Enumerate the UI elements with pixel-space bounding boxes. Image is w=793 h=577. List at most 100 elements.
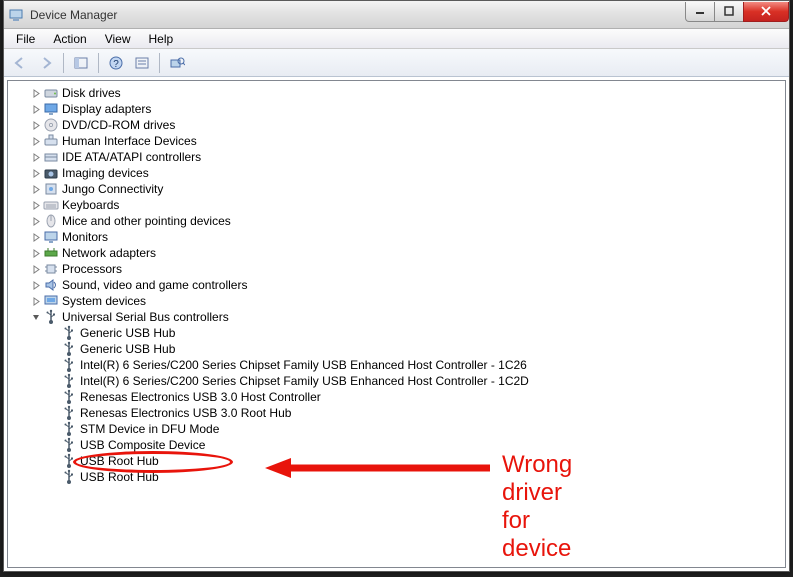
expander-closed-icon[interactable]: [30, 87, 42, 99]
tree-node-label[interactable]: STM Device in DFU Mode: [80, 421, 219, 437]
back-button[interactable]: [8, 52, 32, 74]
tree-node[interactable]: STM Device in DFU Mode: [8, 421, 785, 437]
minimize-button[interactable]: [685, 2, 715, 22]
tree-node[interactable]: Intel(R) 6 Series/C200 Series Chipset Fa…: [8, 357, 785, 373]
tree-node-label[interactable]: Display adapters: [62, 101, 151, 117]
expander-closed-icon[interactable]: [30, 167, 42, 179]
monitor-icon: [43, 229, 59, 245]
tree-node[interactable]: Keyboards: [8, 197, 785, 213]
cpu-icon: [43, 261, 59, 277]
usb-icon: [61, 469, 77, 485]
tree-node-label[interactable]: Renesas Electronics USB 3.0 Host Control…: [80, 389, 321, 405]
content-area: Disk drivesDisplay adaptersDVD/CD-ROM dr…: [7, 80, 786, 568]
ide-icon: [43, 149, 59, 165]
imaging-icon: [43, 165, 59, 181]
tree-node[interactable]: Imaging devices: [8, 165, 785, 181]
tree-node[interactable]: Generic USB Hub: [8, 325, 785, 341]
usb-icon: [43, 309, 59, 325]
tree-node-label[interactable]: Jungo Connectivity: [62, 181, 163, 197]
tree-node[interactable]: Display adapters: [8, 101, 785, 117]
tree-node-label[interactable]: USB Root Hub: [80, 453, 159, 469]
tree-node[interactable]: USB Root Hub: [8, 469, 785, 485]
tree-node-label[interactable]: Renesas Electronics USB 3.0 Root Hub: [80, 405, 291, 421]
expander-closed-icon[interactable]: [30, 199, 42, 211]
expander-closed-icon[interactable]: [30, 103, 42, 115]
tree-node-label[interactable]: Monitors: [62, 229, 108, 245]
help-button[interactable]: ?: [104, 52, 128, 74]
tree-node-label[interactable]: Keyboards: [62, 197, 119, 213]
tree-node[interactable]: Intel(R) 6 Series/C200 Series Chipset Fa…: [8, 373, 785, 389]
tree-node[interactable]: Mice and other pointing devices: [8, 213, 785, 229]
tree-node-label[interactable]: Generic USB Hub: [80, 341, 175, 357]
tree-node[interactable]: IDE ATA/ATAPI controllers: [8, 149, 785, 165]
tree-node[interactable]: Disk drives: [8, 85, 785, 101]
tree-node-label[interactable]: IDE ATA/ATAPI controllers: [62, 149, 201, 165]
close-button[interactable]: [743, 2, 789, 22]
expander-closed-icon[interactable]: [30, 295, 42, 307]
tree-node[interactable]: Universal Serial Bus controllers: [8, 309, 785, 325]
expander-closed-icon[interactable]: [30, 135, 42, 147]
tree-node[interactable]: DVD/CD-ROM drives: [8, 117, 785, 133]
expander-closed-icon[interactable]: [30, 215, 42, 227]
hid-icon: [43, 133, 59, 149]
toolbar-separator: [159, 53, 160, 73]
menubar: File Action View Help: [4, 29, 789, 49]
svg-text:?: ?: [113, 59, 119, 70]
dvd-icon: [43, 117, 59, 133]
tree-node-label[interactable]: Intel(R) 6 Series/C200 Series Chipset Fa…: [80, 373, 529, 389]
tree-node[interactable]: Renesas Electronics USB 3.0 Host Control…: [8, 389, 785, 405]
usb-icon: [61, 421, 77, 437]
tree-node[interactable]: System devices: [8, 293, 785, 309]
menu-file[interactable]: File: [8, 31, 43, 47]
menu-help[interactable]: Help: [141, 31, 182, 47]
expander-closed-icon[interactable]: [30, 119, 42, 131]
tree-node[interactable]: Sound, video and game controllers: [8, 277, 785, 293]
tree-node[interactable]: Jungo Connectivity: [8, 181, 785, 197]
tree-node-label[interactable]: USB Root Hub: [80, 469, 159, 485]
tree-node-label[interactable]: Disk drives: [62, 85, 121, 101]
usb-icon: [61, 357, 77, 373]
tree-node[interactable]: USB Root Hub: [8, 453, 785, 469]
tree-node[interactable]: Renesas Electronics USB 3.0 Root Hub: [8, 405, 785, 421]
tree-node[interactable]: Network adapters: [8, 245, 785, 261]
show-hide-console-tree-button[interactable]: [69, 52, 93, 74]
tree-node[interactable]: Monitors: [8, 229, 785, 245]
usb-icon: [61, 453, 77, 469]
tree-node-label[interactable]: Human Interface Devices: [62, 133, 197, 149]
tree-node-label[interactable]: Universal Serial Bus controllers: [62, 309, 229, 325]
toolbar-separator: [98, 53, 99, 73]
tree-node-label[interactable]: Intel(R) 6 Series/C200 Series Chipset Fa…: [80, 357, 527, 373]
tree-node-label[interactable]: Generic USB Hub: [80, 325, 175, 341]
tree-node-label[interactable]: Network adapters: [62, 245, 156, 261]
usb-icon: [61, 341, 77, 357]
maximize-button[interactable]: [714, 2, 744, 22]
menu-view[interactable]: View: [97, 31, 139, 47]
tree-node[interactable]: Generic USB Hub: [8, 341, 785, 357]
tree-node-label[interactable]: Processors: [62, 261, 122, 277]
usb-icon: [61, 373, 77, 389]
tree-node[interactable]: USB Composite Device: [8, 437, 785, 453]
expander-closed-icon[interactable]: [30, 151, 42, 163]
tree-node[interactable]: Human Interface Devices: [8, 133, 785, 149]
tree-node[interactable]: Processors: [8, 261, 785, 277]
scan-hardware-button[interactable]: [165, 52, 189, 74]
tree-node-label[interactable]: USB Composite Device: [80, 437, 205, 453]
expander-closed-icon[interactable]: [30, 247, 42, 259]
tree-node-label[interactable]: System devices: [62, 293, 146, 309]
tree-node-label[interactable]: Sound, video and game controllers: [62, 277, 247, 293]
forward-button[interactable]: [34, 52, 58, 74]
device-tree[interactable]: Disk drivesDisplay adaptersDVD/CD-ROM dr…: [8, 81, 785, 567]
mouse-icon: [43, 213, 59, 229]
expander-open-icon[interactable]: [30, 311, 42, 323]
expander-closed-icon[interactable]: [30, 263, 42, 275]
expander-closed-icon[interactable]: [30, 183, 42, 195]
tree-node-label[interactable]: Imaging devices: [62, 165, 149, 181]
system-icon: [43, 293, 59, 309]
menu-action[interactable]: Action: [45, 31, 94, 47]
titlebar[interactable]: Device Manager: [4, 1, 789, 29]
expander-closed-icon[interactable]: [30, 231, 42, 243]
tree-node-label[interactable]: Mice and other pointing devices: [62, 213, 231, 229]
expander-closed-icon[interactable]: [30, 279, 42, 291]
properties-button[interactable]: [130, 52, 154, 74]
tree-node-label[interactable]: DVD/CD-ROM drives: [62, 117, 175, 133]
